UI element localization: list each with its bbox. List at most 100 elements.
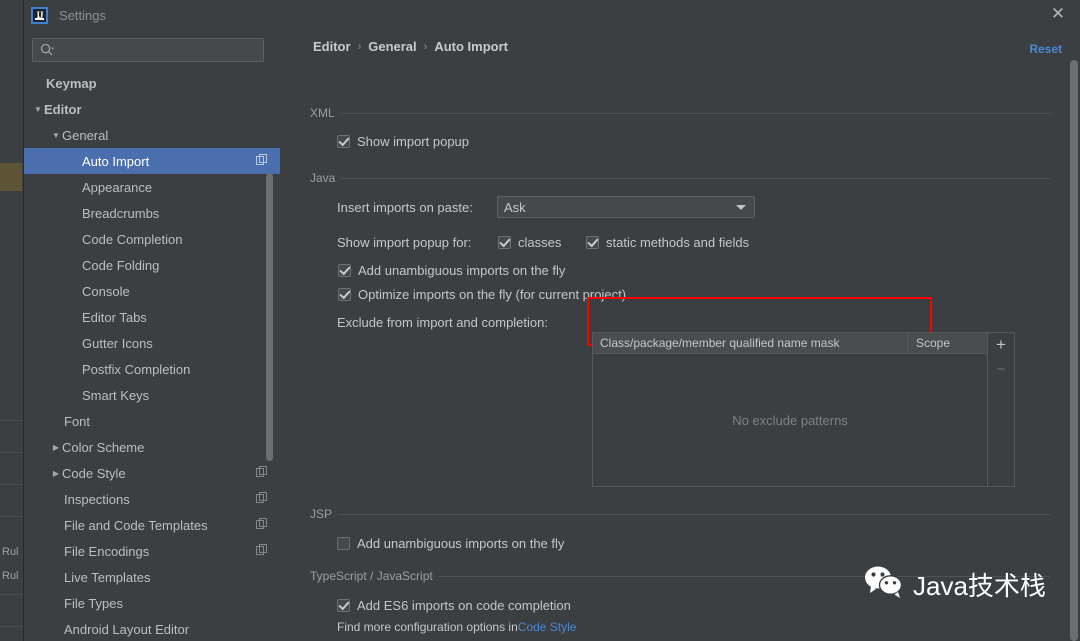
sidebar-item-file-and-code-templates[interactable]: File and Code Templates [24,512,280,538]
sidebar-item-breadcrumbs[interactable]: Breadcrumbs [24,200,280,226]
checkbox-row-static-methods[interactable]: static methods and fields [586,235,749,250]
label-add-unambiguous-imports-jsp: Add unambiguous imports on the fly [357,536,565,551]
sidebar-item-smart-keys[interactable]: Smart Keys [24,382,280,408]
column-header-scope[interactable]: Scope [908,333,987,354]
exclude-table-header: Class/package/member qualified name mask… [593,332,987,354]
checkbox-xml-show-import-popup[interactable] [337,135,350,148]
copy-settings-icon[interactable] [256,543,268,559]
copy-settings-icon[interactable] [256,517,268,533]
sidebar-item-keymap[interactable]: Keymap [24,70,280,96]
sidebar-item-code-completion[interactable]: Code Completion [24,226,280,252]
close-icon[interactable]: ✕ [1049,6,1067,24]
sidebar-item-label: Gutter Icons [82,335,153,351]
checkbox-optimize-imports[interactable] [338,288,351,301]
sidebar-item-file-types[interactable]: File Types [24,590,280,616]
sidebar-item-editor[interactable]: ▼ Editor [24,96,280,122]
label-exclude-from-import: Exclude from import and completion: [337,315,548,330]
sidebar-scrollbar-thumb[interactable] [266,173,273,461]
settings-sidebar: Keymap ▼ Editor ▼ General Auto Import Appearan… [24,30,280,641]
sidebar-item-console[interactable]: Console [24,278,280,304]
search-box[interactable] [32,38,264,62]
sidebar-item-label: File and Code Templates [64,517,208,533]
group-divider [338,513,1050,515]
sidebar-item-gutter-icons[interactable]: Gutter Icons [24,330,280,356]
breadcrumb: Editor › General › Auto Import [313,39,508,54]
code-style-link-es6[interactable]: Code Style [518,620,577,634]
label-show-import-popup-for: Show import popup for: [337,235,472,250]
background-editor-tab [0,163,22,191]
sidebar-item-general[interactable]: ▼ General [24,122,280,148]
chevron-down-icon[interactable]: ▼ [32,105,44,114]
title-bar: IJ Settings ✕ [24,0,1080,30]
checkbox-add-unambiguous-imports-jsp[interactable] [337,537,350,550]
sidebar-item-font[interactable]: Font [24,408,280,434]
checkbox-row-classes[interactable]: classes [498,235,561,250]
checkbox-add-es6-imports[interactable] [337,599,350,612]
copy-settings-icon[interactable] [256,465,268,481]
sidebar-item-label: File Types [64,595,124,611]
sidebar-item-file-encodings[interactable]: File Encodings [24,538,280,564]
exclude-table[interactable]: Class/package/member qualified name mask… [592,332,988,487]
breadcrumb-item-editor[interactable]: Editor [313,39,351,54]
checkbox-row-add-unambiguous-jsp[interactable]: Add unambiguous imports on the fly [337,536,564,551]
sidebar-item-label: Smart Keys [82,387,150,403]
main-scrollbar-thumb[interactable] [1070,60,1078,641]
background-text-fragment: Rul [2,546,19,558]
chevron-right-icon[interactable]: ▶ [50,469,62,478]
sidebar-item-label: Editor [44,101,82,117]
search-icon [40,43,54,57]
breadcrumb-item-auto-import: Auto Import [434,39,508,54]
sidebar-item-label: Android Layout Editor [64,621,190,637]
breadcrumb-item-general[interactable]: General [368,39,416,54]
sidebar-item-inspections[interactable]: Inspections [24,486,280,512]
group-divider [341,177,1050,179]
chevron-right-icon: › [423,40,428,53]
reset-link[interactable]: Reset [1029,42,1062,56]
checkbox-row-add-es6-imports[interactable]: Add ES6 imports on code completion [337,598,571,613]
hint-text-es6: Find more configuration options in [337,620,518,634]
sidebar-item-label: File Encodings [64,543,150,559]
sidebar-item-label: Code Folding [82,257,160,273]
chevron-down-icon[interactable]: ▼ [50,131,62,140]
settings-dialog: IJ Settings ✕ Keymap ▼ Editor ▼ General … [23,0,1080,641]
remove-exclude-pattern-button[interactable]: − [988,357,1014,381]
label-add-unambiguous-imports-java: Add unambiguous imports on the fly [358,263,566,278]
exclude-table-wrap: Class/package/member qualified name mask… [592,332,1015,487]
settings-main-panel: Editor › General › Auto Import Reset XML… [280,30,1080,641]
sidebar-item-auto-import[interactable]: Auto Import [24,148,280,174]
sidebar-item-android-layout-editor[interactable]: Android Layout Editor [24,616,280,641]
group-title-jsp: JSP [310,507,333,521]
label-optimize-imports: Optimize imports on the fly (for current… [358,287,627,302]
copy-settings-icon[interactable] [256,153,268,169]
chevron-right-icon[interactable]: ▶ [50,443,62,452]
label-insert-imports-on-paste: Insert imports on paste: [337,200,473,215]
label-classes: classes [518,235,562,250]
add-exclude-pattern-button[interactable]: + [988,333,1014,357]
checkbox-static-methods-and-fields[interactable] [586,236,599,249]
sidebar-item-label: Keymap [46,75,97,91]
group-header-xml: XML [310,106,1050,120]
settings-content: XML Show import popup Java Insert import… [280,72,1080,641]
insert-imports-dropdown[interactable]: Ask [497,196,755,218]
sidebar-item-code-style[interactable]: ▶ Code Style [24,460,280,486]
exclude-label-row: Exclude from import and completion: [337,315,548,330]
checkbox-row-optimize-imports[interactable]: Optimize imports on the fly (for current… [338,287,626,302]
sidebar-item-postfix-completion[interactable]: Postfix Completion [24,356,280,382]
checkbox-classes[interactable] [498,236,511,249]
copy-settings-icon[interactable] [256,491,268,507]
sidebar-item-appearance[interactable]: Appearance [24,174,280,200]
checkbox-add-unambiguous-imports-java[interactable] [338,264,351,277]
exclude-table-empty-text: No exclude patterns [732,412,848,428]
sidebar-item-color-scheme[interactable]: ▶ Color Scheme [24,434,280,460]
search-input[interactable] [54,43,263,57]
settings-tree: Keymap ▼ Editor ▼ General Auto Import Appearan… [24,70,280,641]
group-divider [340,112,1050,114]
sidebar-item-label: Console [82,283,130,299]
sidebar-item-code-folding[interactable]: Code Folding [24,252,280,278]
insert-imports-row: Insert imports on paste: [337,200,473,215]
checkbox-row-add-unambiguous-java[interactable]: Add unambiguous imports on the fly [338,263,565,278]
sidebar-item-editor-tabs[interactable]: Editor Tabs [24,304,280,330]
checkbox-row-xml-show-import-popup[interactable]: Show import popup [337,134,469,149]
column-header-name-mask[interactable]: Class/package/member qualified name mask [593,332,908,354]
sidebar-item-live-templates[interactable]: Live Templates [24,564,280,590]
